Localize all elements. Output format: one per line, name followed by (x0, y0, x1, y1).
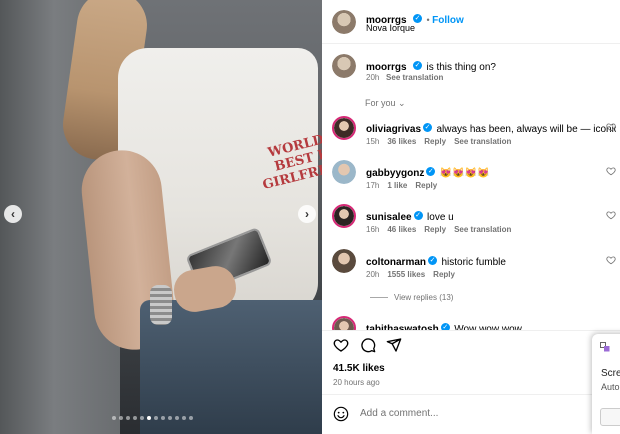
comment-sort-dropdown[interactable]: For you ⌄ (365, 98, 406, 109)
bracelets (150, 285, 172, 325)
screenshot-popup[interactable]: Scre Auto (592, 334, 620, 434)
sort-label: For you (365, 98, 396, 108)
divider (370, 297, 388, 299)
comment-likes[interactable]: 1555 likes (387, 270, 425, 279)
reply-button[interactable]: Reply (433, 270, 455, 279)
commenter-avatar[interactable] (332, 160, 356, 184)
comment-time: 17h (366, 181, 380, 190)
chevron-down-icon: ⌄ (398, 98, 406, 108)
post-location[interactable]: Nova Iorque (366, 23, 415, 33)
see-translation-button[interactable]: See translation (454, 225, 511, 234)
comment-time: 16h (366, 225, 380, 234)
slide-dot (161, 416, 165, 420)
commenter-username[interactable]: oliviagrivas (366, 124, 421, 135)
reply-button[interactable]: Reply (424, 225, 446, 234)
comment-likes[interactable]: 46 likes (387, 225, 416, 234)
verified-badge-icon: ✓ (423, 123, 433, 133)
like-comment-icon[interactable] (606, 255, 616, 265)
verified-badge-icon: ✓ (413, 211, 423, 221)
verified-badge-icon: ✓ (413, 61, 423, 71)
post-panel: moorrgs ✓ • Follow Nova Iorque moorrgs ✓… (322, 0, 620, 434)
reply-button[interactable]: Reply (424, 137, 446, 146)
commenter-avatar[interactable] (332, 204, 356, 228)
heart-icon[interactable] (333, 337, 349, 353)
popup-subtitle: Auto (601, 382, 620, 392)
verified-badge-icon: ✓ (426, 167, 436, 177)
slide-dot (140, 416, 144, 420)
comment-bar: Add a comment... (322, 394, 620, 434)
reply-button[interactable]: Reply (415, 181, 437, 190)
caption-time: 20h (366, 73, 380, 82)
chevron-right-icon: › (305, 207, 309, 221)
comment-time: 15h (366, 137, 380, 146)
slide-dot (175, 416, 179, 420)
next-slide-button[interactable]: › (298, 205, 316, 223)
commenter-username[interactable]: sunisalee (366, 212, 412, 223)
slide-indicator (112, 416, 193, 420)
like-comment-icon[interactable] (606, 210, 616, 220)
view-replies-button[interactable]: View replies (13) (370, 293, 453, 302)
slide-dot (126, 416, 130, 420)
slide-dot (168, 416, 172, 420)
like-comment-icon[interactable] (606, 166, 616, 176)
caption-text: is this thing on? (426, 62, 496, 73)
emoji-icon[interactable] (333, 406, 349, 422)
like-comment-icon[interactable] (606, 122, 616, 132)
comment-icon[interactable] (360, 337, 376, 353)
slide-dot (154, 416, 158, 420)
comment-input[interactable]: Add a comment... (360, 408, 438, 419)
comment-text: 😻😻😻😻 (439, 168, 490, 179)
verified-badge-icon: ✓ (413, 14, 423, 24)
caption-avatar[interactable] (332, 54, 356, 78)
popup-button[interactable] (600, 408, 620, 426)
post-time: 20 hours ago (333, 378, 380, 387)
slide-dot (147, 416, 151, 420)
comment-likes[interactable]: 36 likes (387, 137, 416, 146)
commenter-avatar[interactable] (332, 116, 356, 140)
slide-dot (112, 416, 116, 420)
share-icon[interactable] (386, 337, 402, 353)
follow-button[interactable]: Follow (432, 15, 464, 26)
previous-slide-button[interactable]: ‹ (4, 205, 22, 223)
slide-dot (182, 416, 186, 420)
comment-text: historic fumble (441, 257, 506, 268)
snip-tool-icon (600, 342, 610, 352)
post-header: moorrgs ✓ • Follow Nova Iorque (322, 0, 620, 44)
actions-bar: 41.5K likes 20 hours ago (322, 330, 620, 388)
popup-title: Scre (601, 368, 620, 379)
slide-dot (189, 416, 193, 420)
chevron-left-icon: ‹ (11, 207, 15, 221)
comment-time: 20h (366, 270, 380, 279)
slide-dot (133, 416, 137, 420)
commenter-username[interactable]: coltonarman (366, 257, 426, 268)
author-avatar[interactable] (332, 10, 356, 34)
commenter-avatar[interactable] (332, 249, 356, 273)
see-translation-button[interactable]: See translation (386, 73, 443, 82)
verified-badge-icon: ✓ (428, 256, 438, 266)
view-replies-label: View replies (13) (394, 293, 454, 302)
comment-likes[interactable]: 1 like (387, 181, 407, 190)
comment-text: love u (427, 212, 454, 223)
likes-count[interactable]: 41.5K likes (333, 363, 385, 374)
comment-text: always has been, always will be — iconic (436, 124, 616, 135)
post-media[interactable]: WORLD'S BEST EX GIRLFRIEND ‹ › (0, 0, 322, 434)
slide-dot (119, 416, 123, 420)
see-translation-button[interactable]: See translation (454, 137, 511, 146)
commenter-username[interactable]: gabbyygonz (366, 168, 424, 179)
caption-username[interactable]: moorrgs (366, 62, 407, 73)
